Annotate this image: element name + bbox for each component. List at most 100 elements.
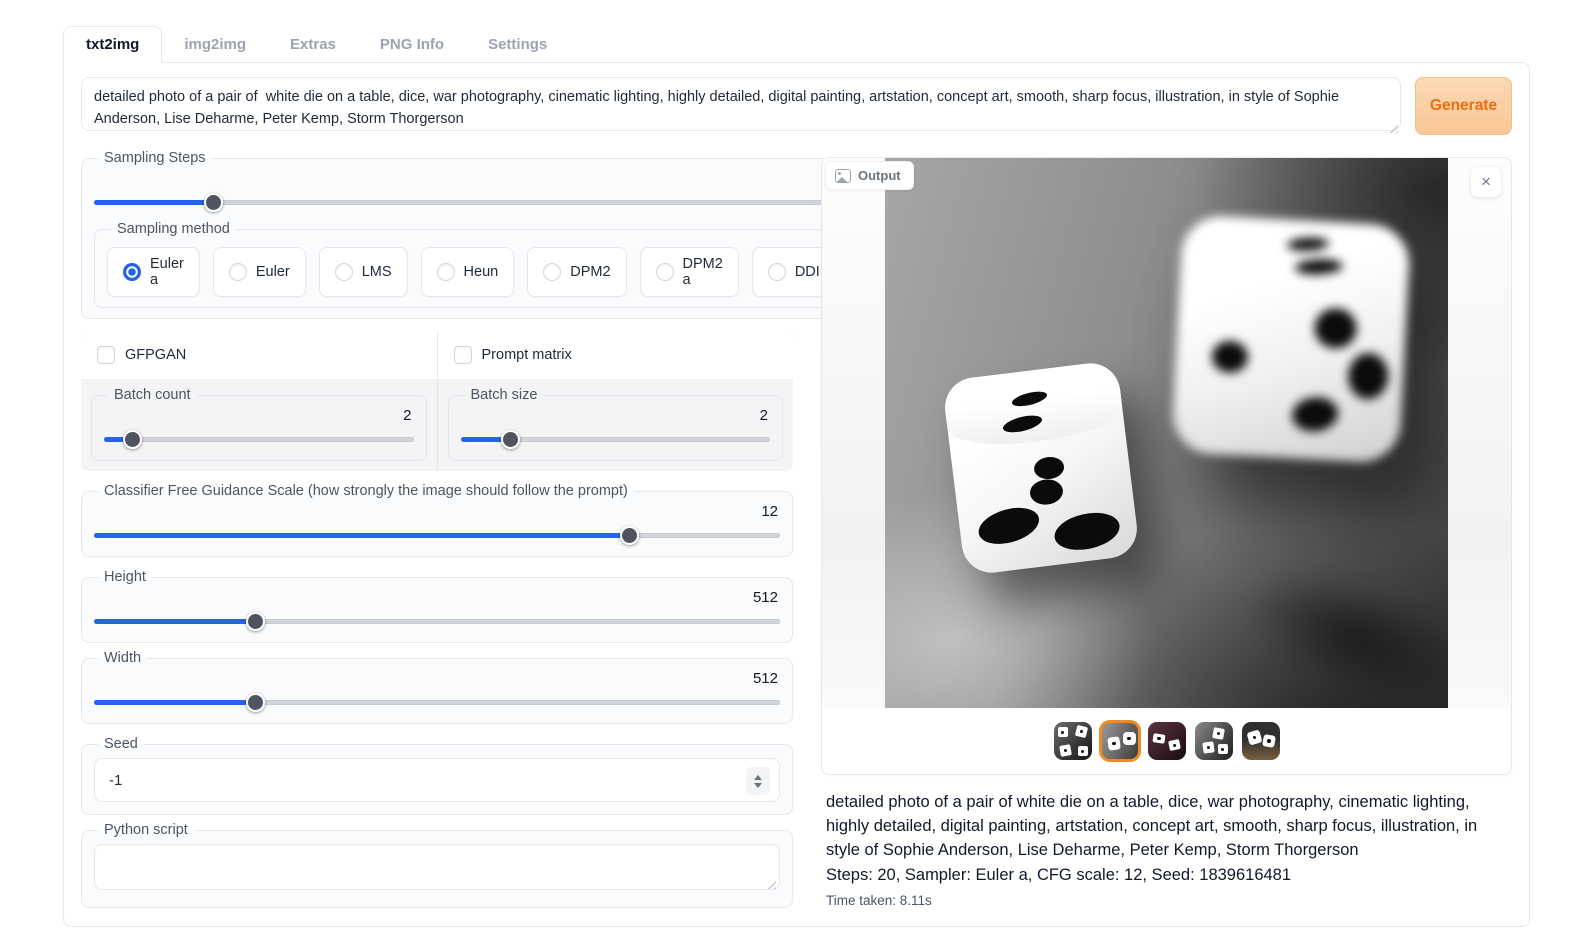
output-header: Output [825,161,914,190]
tab-settings[interactable]: Settings [466,27,569,62]
caption-prompt: detailed photo of a pair of white die on… [826,791,1512,862]
radio-icon [543,263,561,281]
radio-label: Euler a [150,256,184,288]
batch-size-fieldset: Batch size 2 [448,387,784,461]
gfpgan-checkbox[interactable] [97,346,115,364]
prompt-input[interactable]: detailed photo of a pair of white die on… [81,77,1401,131]
cfg-scale-label: Classifier Free Guidance Scale (how stro… [98,483,634,499]
radio-icon [768,263,786,281]
width-fieldset: Width 512 [81,650,793,724]
output-header-label: Output [858,168,901,183]
width-value: 512 [94,670,780,693]
seed-stepper-icon[interactable] [746,767,770,795]
gfpgan-option[interactable]: GFPGAN [81,331,437,379]
batch-size-label: Batch size [465,387,544,403]
txt2img-panel: detailed photo of a pair of white die on… [63,62,1530,927]
python-script-label: Python script [98,822,194,838]
height-slider-handle[interactable] [246,612,265,631]
gfpgan-label: GFPGAN [125,347,186,363]
generated-image[interactable] [885,158,1448,708]
radio-label: LMS [362,264,392,280]
seed-input[interactable] [109,772,699,789]
tab-png-info[interactable]: PNG Info [358,27,466,62]
dice-shadow [1196,527,1448,708]
batch-count-fieldset: Batch count 2 [91,387,427,461]
height-slider[interactable] [94,612,780,630]
die-right [1171,214,1411,464]
batch-size-slider[interactable] [461,430,771,448]
tab-img2img[interactable]: img2img [162,27,268,62]
radio-label: DPM2 a [683,256,723,288]
radio-dpm2[interactable]: DPM2 [527,247,626,297]
batch-count-value: 2 [104,407,414,430]
image-stage [822,158,1511,708]
radio-label: Euler [256,264,290,280]
app-container: txt2img img2img Extras PNG Info Settings… [63,25,1530,927]
caption-params: Steps: 20, Sampler: Euler a, CFG scale: … [826,864,1512,888]
thumbnail-4[interactable] [1195,722,1233,760]
die-left [942,360,1141,576]
seed-input-box [94,758,780,802]
sampling-steps-label: Sampling Steps [98,150,212,166]
seed-script-group: Seed Python script [81,736,793,908]
prompt-matrix-option[interactable]: Prompt matrix [437,331,794,379]
generation-caption: detailed photo of a pair of white die on… [821,791,1512,908]
height-fieldset: Height 512 [81,569,793,643]
radio-euler-a[interactable]: Euler a [107,247,200,297]
output-panel: Output × [821,157,1512,775]
radio-heun[interactable]: Heun [421,247,515,297]
python-script-wrap [94,844,780,895]
radio-lms[interactable]: LMS [319,247,408,297]
batch-count-slider[interactable] [104,430,414,448]
python-script-input[interactable] [94,844,780,890]
thumbnail-3[interactable] [1148,722,1186,760]
thumbnail-1[interactable] [1054,722,1092,760]
radio-icon [229,263,247,281]
seed-fieldset: Seed [81,736,793,815]
options-group: GFPGAN Prompt matrix Batch count [81,331,793,471]
radio-icon [335,263,353,281]
sampling-method-label: Sampling method [111,221,236,237]
radio-selected-icon [123,263,141,281]
settings-column: Sampling Steps 20 Sampling method [81,150,793,908]
batch-count-slider-handle[interactable] [123,430,142,449]
cfg-scale-fieldset: Classifier Free Guidance Scale (how stro… [81,483,793,557]
thumbnail-2-selected[interactable] [1101,722,1139,760]
cfg-scale-value: 12 [94,503,780,526]
generate-button[interactable]: Generate [1415,77,1512,135]
radio-icon [437,263,455,281]
prompt-input-wrap: detailed photo of a pair of white die on… [81,77,1401,136]
radio-dpm2-a[interactable]: DPM2 a [640,247,739,297]
radio-icon [656,263,674,281]
close-output-button[interactable]: × [1471,167,1501,197]
tab-txt2img[interactable]: txt2img [63,26,162,63]
thumbnail-5[interactable] [1242,722,1280,760]
width-label: Width [98,650,147,666]
image-icon [835,169,851,183]
cfg-scale-slider-handle[interactable] [620,526,639,545]
batch-count-label: Batch count [108,387,197,403]
batch-size-value: 2 [461,407,771,430]
batch-size-slider-handle[interactable] [501,430,520,449]
caption-time-taken: Time taken: 8.11s [826,893,1512,908]
sampling-steps-slider-handle[interactable] [204,193,223,212]
dimensions-group: Height 512 Width 512 [81,569,793,724]
output-column: Output × [821,150,1512,908]
prompt-matrix-label: Prompt matrix [482,347,572,363]
height-label: Height [98,569,152,585]
radio-label: DPM2 [570,264,610,280]
radio-label: Heun [464,264,499,280]
height-value: 512 [94,589,780,612]
seed-label: Seed [98,736,144,752]
txt2img-page: txt2img img2img Extras PNG Info Settings… [0,0,1594,935]
python-script-fieldset: Python script [81,822,793,908]
die-top-face [942,360,1125,451]
width-slider[interactable] [94,693,780,711]
width-slider-handle[interactable] [246,693,265,712]
thumbnail-strip [822,708,1511,774]
tab-bar: txt2img img2img Extras PNG Info Settings [63,25,1530,62]
radio-euler[interactable]: Euler [213,247,306,297]
tab-extras[interactable]: Extras [268,27,358,62]
cfg-scale-slider[interactable] [94,526,780,544]
prompt-matrix-checkbox[interactable] [454,346,472,364]
